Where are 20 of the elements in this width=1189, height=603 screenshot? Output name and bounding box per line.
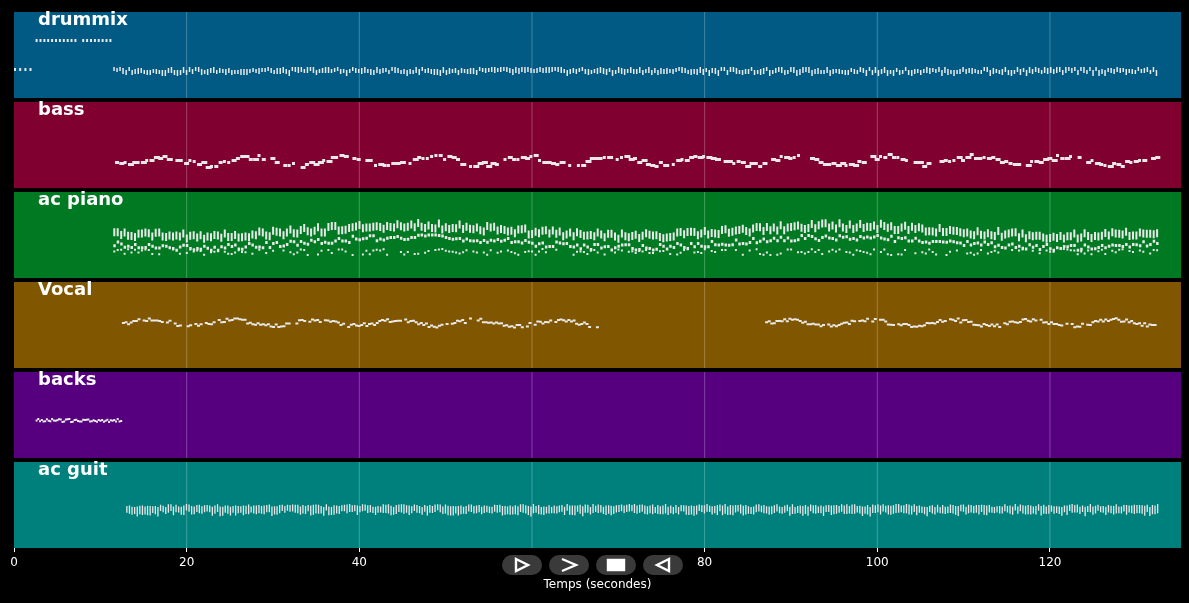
- track-name: Vocal: [38, 278, 93, 300]
- track-name: drummix: [38, 8, 128, 30]
- track-name: ac piano: [38, 188, 124, 210]
- playback-button[interactable]: [596, 555, 636, 575]
- triangle-left-icon: [653, 557, 673, 573]
- tick-label: 120: [1038, 555, 1062, 569]
- playback-button[interactable]: [549, 555, 589, 575]
- track-name: ac guit: [38, 458, 108, 480]
- track-name: backs: [38, 368, 97, 390]
- playback-button[interactable]: [643, 555, 683, 575]
- chevron-right-icon: [559, 557, 579, 573]
- tick-label: 0: [10, 555, 18, 569]
- tick-label: 40: [351, 555, 367, 569]
- tick-label: 80: [697, 555, 713, 569]
- tick-label: 100: [865, 555, 889, 569]
- playback-button[interactable]: [502, 555, 542, 575]
- tick-label: 20: [179, 555, 195, 569]
- axis-label: Temps (secondes): [542, 577, 653, 591]
- stop-icon: [606, 557, 626, 573]
- track-name: bass: [38, 98, 85, 120]
